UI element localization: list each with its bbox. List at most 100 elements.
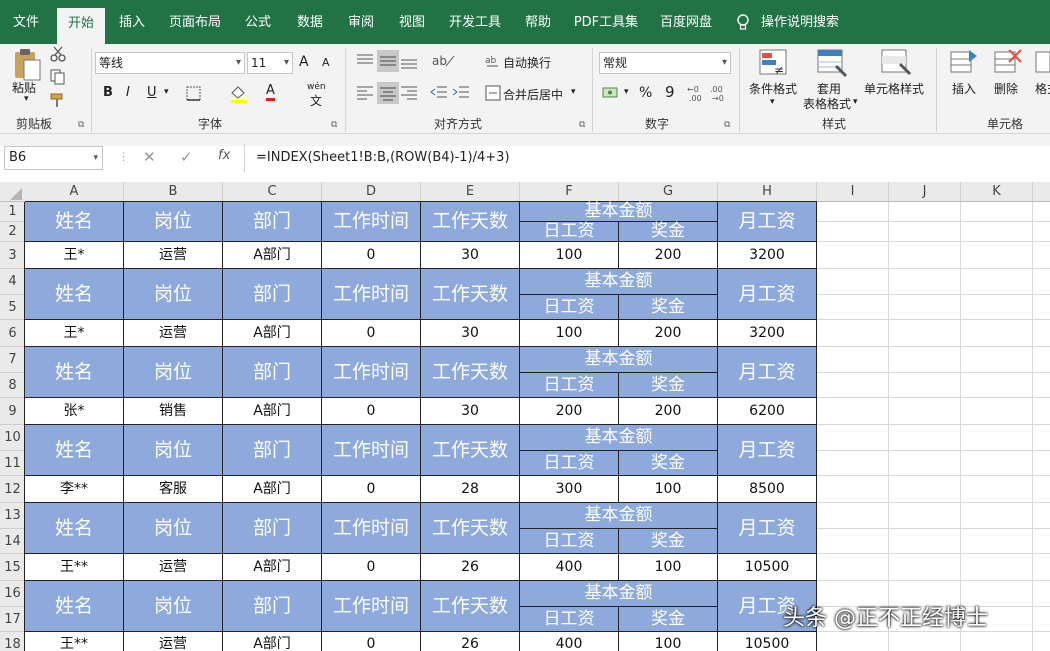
row-header-8[interactable]: 8 (0, 373, 25, 398)
font-name-combo[interactable]: 等线 ▾ (95, 52, 245, 74)
percent-style-button[interactable]: % (639, 85, 652, 101)
align-right-icon[interactable] (400, 84, 418, 100)
conditional-formatting-icon[interactable]: ≠ (758, 48, 790, 78)
row-header-7[interactable]: 7 (0, 347, 25, 373)
align-left-icon[interactable] (356, 84, 374, 100)
number-format-combo[interactable]: 常规 ▾ (599, 52, 731, 74)
column-header-b[interactable]: B (124, 182, 223, 202)
conditional-dropdown-caret[interactable]: ▾ (770, 97, 775, 107)
row-header-16[interactable]: 16 (0, 581, 25, 607)
tab-data[interactable]: 数据 (290, 9, 330, 37)
conditional-formatting-button[interactable]: 条件格式 (749, 80, 797, 97)
merge-center-button[interactable]: 合并后居中 (503, 86, 563, 103)
align-middle-icon[interactable] (377, 50, 399, 72)
accounting-dropdown-caret[interactable]: ▾ (624, 87, 629, 97)
cancel-icon[interactable]: ✕ (143, 148, 156, 166)
tab-developer[interactable]: 开发工具 (444, 9, 506, 37)
italic-button[interactable]: I (126, 85, 130, 100)
column-header-g[interactable]: G (619, 182, 718, 202)
tab-insert[interactable]: 插入 (112, 9, 152, 37)
align-center-icon[interactable] (377, 82, 399, 104)
tell-me-search[interactable]: 操作说明搜索 (760, 9, 840, 37)
increase-indent-icon[interactable] (452, 84, 470, 100)
column-header-k[interactable]: K (961, 182, 1033, 202)
tab-baidu-netdisk[interactable]: 百度网盘 (654, 9, 718, 37)
fill-color-icon[interactable] (229, 84, 249, 104)
more-options-icon[interactable]: ⋮ (118, 150, 129, 163)
row-header-6[interactable]: 6 (0, 320, 25, 347)
column-header-a[interactable]: A (25, 182, 124, 202)
column-header-f[interactable]: F (520, 182, 619, 202)
format-as-table-icon[interactable] (816, 48, 848, 78)
font-launcher-icon[interactable]: ⧉ (331, 120, 337, 130)
font-size-combo[interactable]: 11 ▾ (247, 52, 293, 74)
decrease-decimal-icon[interactable]: .00→0 (710, 83, 730, 103)
paste-dropdown-caret[interactable]: ▾ (24, 94, 29, 104)
clipboard-launcher-icon[interactable]: ⧉ (78, 120, 84, 130)
tab-help[interactable]: 帮助 (518, 9, 558, 37)
row-header-11[interactable]: 11 (0, 451, 25, 476)
column-header-e[interactable]: E (421, 182, 520, 202)
decrease-indent-icon[interactable] (430, 84, 448, 100)
tab-view[interactable]: 视图 (392, 9, 432, 37)
enter-icon[interactable]: ✓ (180, 148, 193, 166)
row-header-2[interactable]: 2 (0, 222, 25, 242)
tab-home[interactable]: 开始 (57, 8, 105, 44)
grow-font-button[interactable]: A (299, 54, 309, 70)
column-header-c[interactable]: C (223, 182, 322, 202)
orientation-icon[interactable]: ab (432, 52, 460, 68)
format-cells-button[interactable]: 格式 (1035, 80, 1050, 97)
insert-cells-button[interactable]: 插入 (952, 80, 976, 97)
wrap-text-button[interactable]: 自动换行 (503, 54, 551, 71)
column-header-h[interactable]: H (718, 182, 817, 202)
font-color-icon[interactable]: A (266, 84, 275, 101)
row-header-13[interactable]: 13 (0, 503, 25, 529)
formula-input[interactable]: =INDEX(Sheet1!B:B,(ROW(B4)-1)/4+3) (252, 146, 1050, 170)
wrap-text-icon[interactable]: ab (485, 53, 501, 69)
select-all-icon[interactable] (10, 188, 22, 200)
insert-function-icon[interactable]: fx (218, 148, 230, 163)
format-cells-icon[interactable] (1034, 48, 1050, 78)
tab-review[interactable]: 审阅 (341, 9, 381, 37)
borders-icon[interactable] (186, 86, 202, 102)
insert-cells-icon[interactable] (949, 48, 979, 78)
shrink-font-button[interactable]: A (322, 56, 330, 69)
underline-dropdown-caret[interactable]: ▾ (164, 87, 169, 97)
row-header-1[interactable]: 1 (0, 202, 25, 222)
format-table-dropdown-caret[interactable]: ▾ (853, 97, 858, 107)
format-painter-icon[interactable] (50, 92, 68, 108)
comma-style-button[interactable]: 9 (665, 83, 675, 101)
tab-pdf-tools[interactable]: PDF工具集 (570, 9, 642, 37)
row-header-15[interactable]: 15 (0, 554, 25, 581)
align-top-icon[interactable] (356, 52, 374, 68)
merge-dropdown-caret[interactable]: ▾ (571, 87, 576, 97)
tab-formulas[interactable]: 公式 (238, 9, 278, 37)
row-header-18[interactable]: 18 (0, 632, 25, 651)
increase-decimal-icon[interactable]: ←0.00 (687, 83, 707, 103)
cell-styles-icon[interactable] (880, 48, 912, 78)
alignment-launcher-icon[interactable]: ⧉ (579, 120, 585, 130)
number-launcher-icon[interactable]: ⧉ (724, 120, 730, 130)
format-as-table-label2[interactable]: 表格格式 (803, 95, 851, 112)
delete-cells-button[interactable]: 删除 (994, 80, 1018, 97)
tab-file[interactable]: 文件 (4, 9, 48, 37)
copy-icon[interactable] (50, 69, 72, 85)
bold-button[interactable]: B (103, 85, 113, 100)
column-header-j[interactable]: J (889, 182, 961, 202)
phonetic-guide-icon[interactable]: wén (307, 82, 326, 92)
name-box[interactable]: B6 ▾ (4, 146, 103, 170)
underline-button[interactable]: U (147, 85, 157, 100)
row-header-5[interactable]: 5 (0, 295, 25, 320)
merge-center-icon[interactable] (485, 85, 501, 101)
paste-icon[interactable] (10, 48, 42, 82)
row-header-4[interactable]: 4 (0, 269, 25, 295)
row-header-3[interactable]: 3 (0, 242, 25, 269)
cut-icon[interactable] (50, 46, 66, 62)
row-header-12[interactable]: 12 (0, 476, 25, 503)
column-header-d[interactable]: D (322, 182, 421, 202)
row-header-17[interactable]: 17 (0, 607, 25, 632)
cell-styles-button[interactable]: 单元格样式 (864, 80, 924, 97)
column-header-i[interactable]: I (817, 182, 889, 202)
row-header-14[interactable]: 14 (0, 529, 25, 554)
tab-page-layout[interactable]: 页面布局 (164, 9, 226, 37)
